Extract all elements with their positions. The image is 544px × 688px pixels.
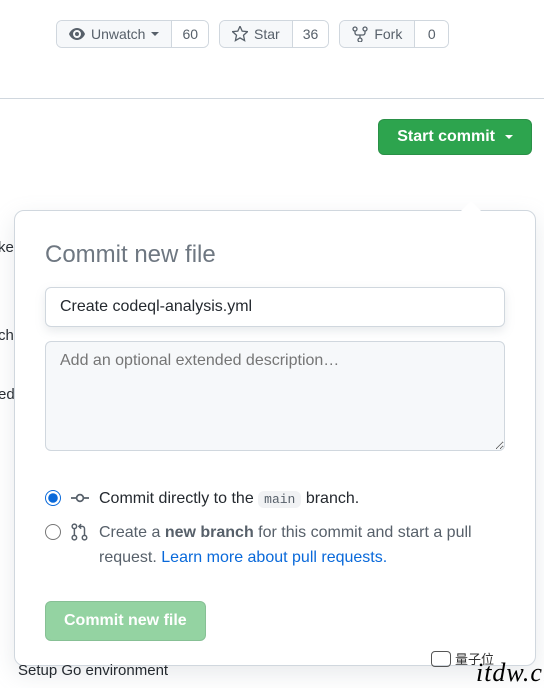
star-button[interactable]: Star bbox=[220, 21, 292, 47]
unwatch-button[interactable]: Unwatch bbox=[57, 21, 171, 47]
obscured-text: ke bbox=[0, 239, 14, 256]
popover-title: Commit new file bbox=[45, 241, 505, 269]
fork-group: Fork 0 bbox=[339, 20, 449, 48]
learn-more-link[interactable]: Learn more about pull requests. bbox=[161, 549, 387, 566]
start-commit-button[interactable]: Start commit bbox=[378, 119, 532, 155]
unwatch-label: Unwatch bbox=[91, 26, 145, 42]
commit-target-radiogroup: Commit directly to the main branch. Crea… bbox=[45, 482, 505, 575]
radio-new-branch[interactable]: Create a new branch for this commit and … bbox=[45, 516, 505, 575]
commit-message-input[interactable] bbox=[45, 287, 505, 327]
star-icon bbox=[232, 26, 248, 42]
radio-commit-direct[interactable]: Commit directly to the main branch. bbox=[45, 482, 505, 516]
commit-new-file-button[interactable]: Commit new file bbox=[45, 601, 206, 641]
radio-new-branch-input[interactable] bbox=[45, 524, 61, 540]
caret-down-icon bbox=[151, 32, 159, 36]
commit-popover: Commit new file Commit directly to the m… bbox=[14, 210, 536, 666]
git-commit-icon bbox=[71, 489, 89, 507]
obscured-workflow-name: Setup Go environment bbox=[18, 662, 168, 679]
watermark-url: itdw.cr bbox=[476, 658, 544, 688]
fork-button[interactable]: Fork bbox=[340, 21, 414, 47]
start-commit-label: Start commit bbox=[397, 128, 495, 146]
obscured-text: ed bbox=[0, 386, 15, 403]
star-count[interactable]: 36 bbox=[292, 21, 329, 47]
git-pull-request-icon bbox=[71, 523, 89, 541]
eye-icon bbox=[69, 26, 85, 42]
star-label: Star bbox=[254, 26, 280, 42]
radio-commit-direct-input[interactable] bbox=[45, 490, 61, 506]
fork-icon bbox=[352, 26, 368, 42]
fork-count[interactable]: 0 bbox=[414, 21, 448, 47]
watch-count[interactable]: 60 bbox=[171, 21, 208, 47]
repo-action-buttons: Unwatch 60 Star 36 Fork 0 bbox=[0, 0, 544, 99]
commit-description-textarea[interactable] bbox=[45, 341, 505, 451]
radio-direct-label: Commit directly to the main branch. bbox=[99, 486, 505, 512]
radio-new-branch-label: Create a new branch for this commit and … bbox=[99, 520, 505, 571]
obscured-text: ch bbox=[0, 327, 14, 344]
branch-badge: main bbox=[258, 491, 301, 508]
star-group: Star 36 bbox=[219, 20, 329, 48]
fork-label: Fork bbox=[374, 26, 402, 42]
watch-group: Unwatch 60 bbox=[56, 20, 209, 48]
caret-down-icon bbox=[505, 135, 513, 139]
